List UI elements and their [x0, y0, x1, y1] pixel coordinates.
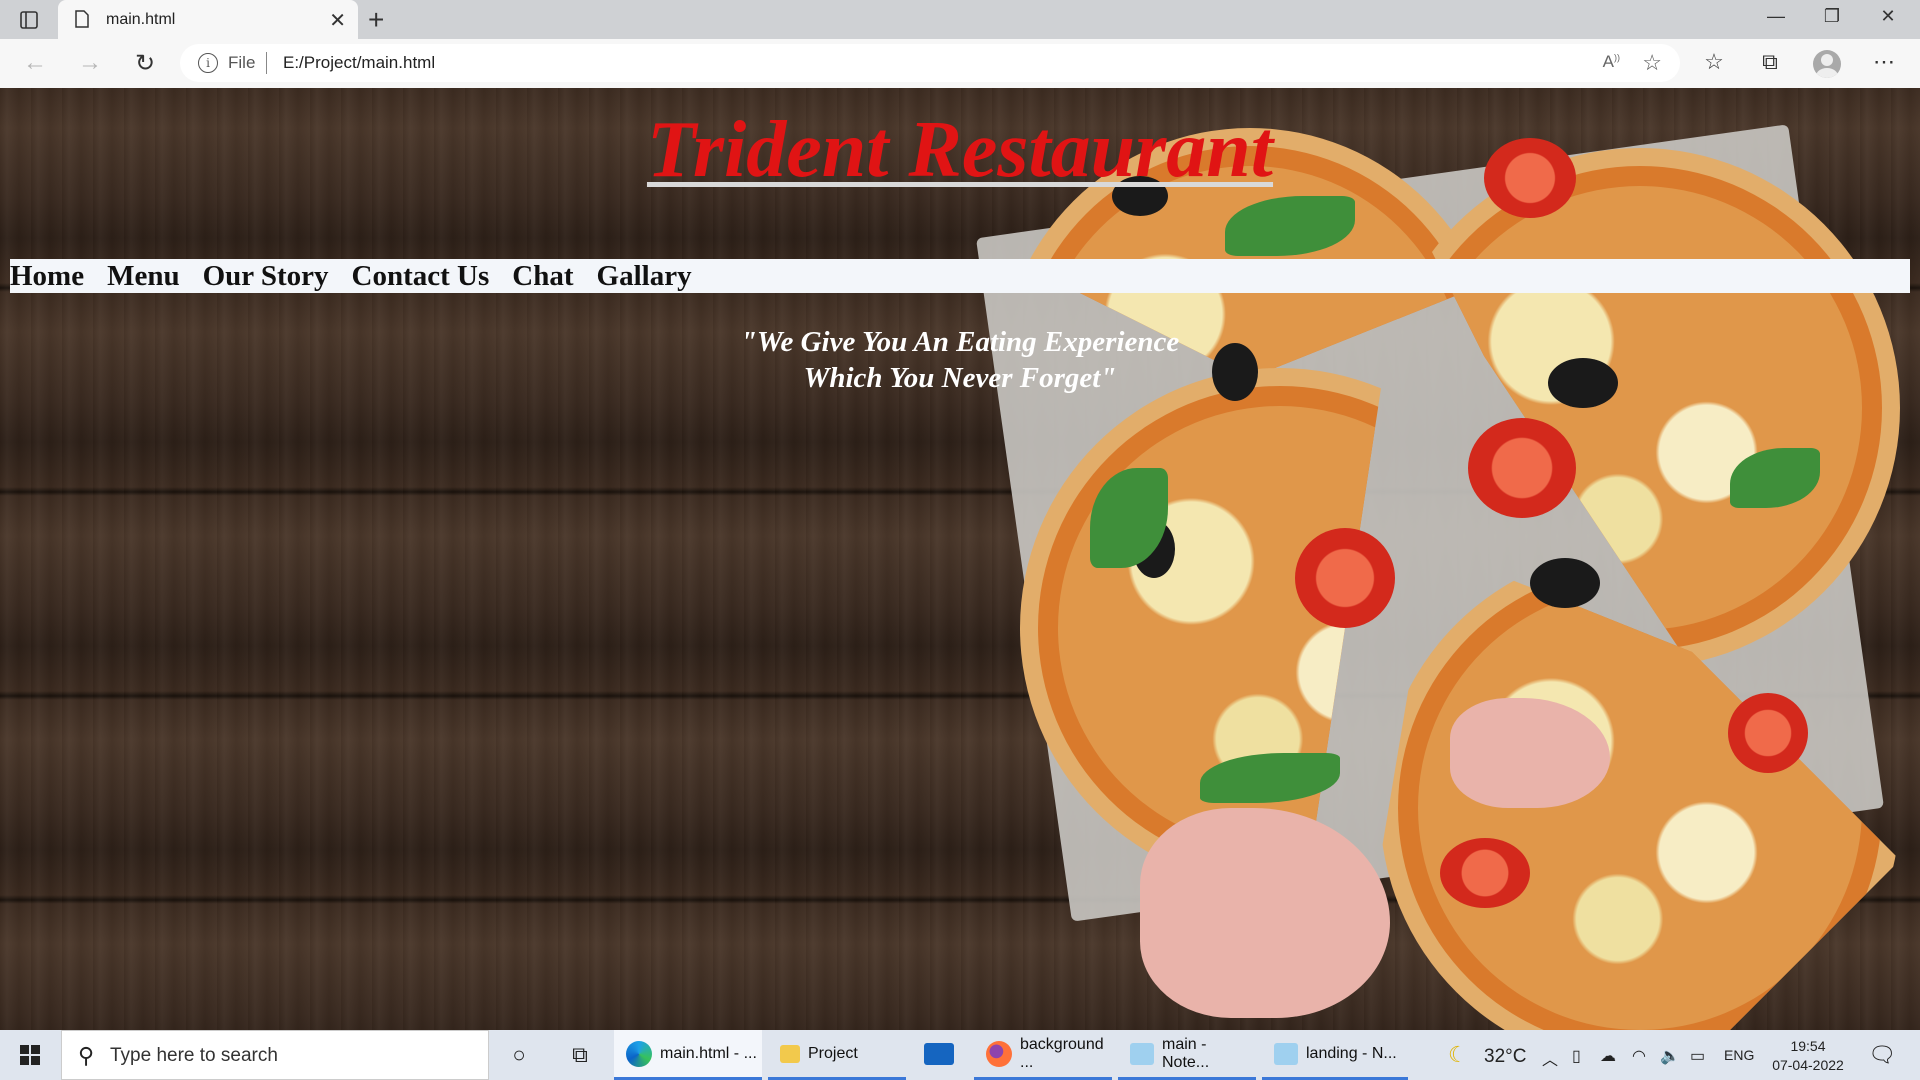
taskbar-app-mail[interactable]	[912, 1030, 968, 1080]
battery-icon[interactable]: ▭	[1690, 1046, 1705, 1066]
close-tab-icon[interactable]: ✕	[329, 8, 346, 33]
window-close-icon[interactable]: ✕	[1860, 6, 1916, 27]
more-options-icon[interactable]: ⋯	[1868, 49, 1900, 75]
address-bar[interactable]: i File E:/Project/main.html A)) ☆	[180, 44, 1680, 82]
nav-gallary[interactable]: Gallary	[597, 259, 692, 293]
tagline-line-1: "We Give You An Eating Experience	[740, 326, 1180, 358]
nav-our-story[interactable]: Our Story	[203, 259, 329, 293]
notepad-icon	[1130, 1042, 1154, 1065]
taskbar-search[interactable]: ⚲ Type here to search	[61, 1030, 489, 1080]
firefox-icon	[986, 1040, 1012, 1067]
tagline-line-2: Which You Never Forget"	[803, 362, 1117, 394]
notifications-icon[interactable]: 🗨	[1868, 1042, 1896, 1068]
scheme-label: File	[228, 53, 256, 72]
profile-icon[interactable]	[1813, 50, 1841, 78]
restaurant-title: Trident Restaurant	[646, 106, 1274, 194]
show-hidden-icons[interactable]: ︿	[1542, 1046, 1558, 1070]
taskbar-app-label: landing - N...	[1306, 1044, 1397, 1062]
weather-moon-icon[interactable]: ☾	[1448, 1042, 1468, 1068]
forward-icon[interactable]: →	[75, 49, 105, 77]
add-favorite-icon[interactable]: ☆	[1642, 50, 1662, 76]
taskbar-app-firefox[interactable]: background ...	[974, 1030, 1112, 1080]
taskbar-app-notepad-main[interactable]: main - Note...	[1118, 1030, 1256, 1080]
divider	[266, 52, 267, 74]
taskbar-app-explorer[interactable]: Project	[768, 1030, 906, 1080]
nav-menu[interactable]: Menu	[107, 259, 180, 293]
wifi-icon[interactable]: ◠	[1632, 1046, 1646, 1066]
page-viewport: Trident Restaurant Home Menu Our Story C…	[0, 88, 1920, 1030]
browser-tab[interactable]: main.html ✕	[58, 0, 358, 39]
back-icon[interactable]: ←	[20, 49, 50, 77]
cortana-icon[interactable]: ○	[505, 1042, 533, 1068]
restore-icon[interactable]: ❐	[1804, 6, 1860, 27]
main-nav: Home Menu Our Story Contact Us Chat Gall…	[10, 259, 1910, 293]
taskbar-app-label: main - Note...	[1162, 1035, 1210, 1071]
onedrive-icon[interactable]: ☁	[1600, 1046, 1616, 1066]
minimize-icon[interactable]: —	[1748, 6, 1804, 27]
folder-icon	[780, 1044, 800, 1063]
info-icon[interactable]: i	[198, 53, 218, 73]
search-placeholder: Type here to search	[110, 1045, 278, 1066]
nav-chat[interactable]: Chat	[512, 259, 573, 293]
collections-icon[interactable]: ⧉	[1754, 49, 1786, 75]
device-icon[interactable]: ▯	[1572, 1046, 1581, 1066]
tagline: "We Give You An Eating Experience Which …	[0, 324, 1920, 396]
taskbar-app-label: background ...	[1020, 1035, 1104, 1071]
clock[interactable]: 19:54 07-04-2022	[1762, 1037, 1854, 1075]
new-tab-button[interactable]: +	[368, 4, 384, 36]
nav-contact-us[interactable]: Contact Us	[352, 259, 490, 293]
taskbar-app-edge[interactable]: main.html - ...	[614, 1030, 762, 1080]
url-text[interactable]: E:/Project/main.html	[283, 53, 435, 73]
tab-title: main.html	[106, 11, 176, 28]
taskbar-app-notepad-landing[interactable]: landing - N...	[1262, 1030, 1408, 1080]
tab-strip: main.html ✕ + — ❐ ✕	[0, 0, 1920, 39]
volume-icon[interactable]: 🔈	[1660, 1046, 1680, 1066]
tab-actions-icon[interactable]	[18, 9, 40, 31]
search-icon: ⚲	[78, 1043, 95, 1068]
windows-taskbar: ⚲ Type here to search ○ ⧉ main.html - ..…	[0, 1030, 1920, 1080]
refresh-icon[interactable]: ↻	[130, 49, 160, 78]
file-icon	[74, 10, 90, 33]
start-button[interactable]	[20, 1045, 40, 1065]
clock-time: 19:54	[1790, 1038, 1826, 1054]
favorites-icon[interactable]: ☆	[1698, 49, 1730, 75]
clock-date: 07-04-2022	[1772, 1057, 1844, 1073]
taskbar-app-label: main.html - ...	[660, 1044, 757, 1062]
language-indicator[interactable]: ENG	[1724, 1047, 1754, 1063]
taskbar-app-label: Project	[808, 1044, 858, 1062]
edge-icon	[626, 1040, 652, 1067]
address-toolbar: ← → ↻ i File E:/Project/main.html A)) ☆ …	[0, 39, 1920, 89]
notepad-icon	[1274, 1042, 1298, 1065]
mail-icon	[924, 1042, 954, 1065]
task-view-icon[interactable]: ⧉	[566, 1042, 594, 1068]
nav-home[interactable]: Home	[10, 259, 84, 293]
weather-temp[interactable]: 32°C	[1484, 1046, 1526, 1068]
read-aloud-icon[interactable]: A))	[1603, 52, 1620, 72]
